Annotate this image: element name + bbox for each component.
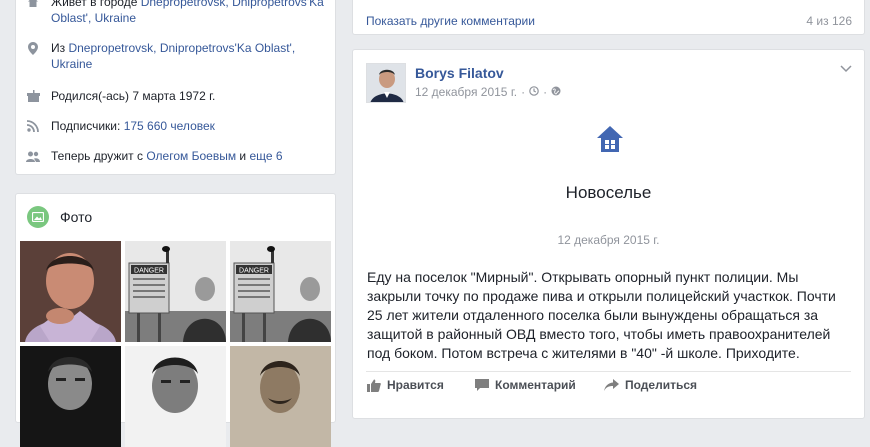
friends-icon bbox=[26, 149, 40, 163]
post-date-link[interactable]: 12 декабря 2015 г. bbox=[415, 85, 517, 99]
friends-conjunction: и bbox=[236, 149, 250, 163]
portrait-photo-icon bbox=[20, 241, 121, 342]
comment-icon bbox=[475, 379, 489, 391]
life-event-home-icon bbox=[596, 125, 624, 153]
public-globe-icon[interactable] bbox=[551, 85, 561, 99]
birthday-text: Родился(-ась) 7 марта 1972 г. bbox=[51, 89, 216, 103]
from-label: Из bbox=[51, 41, 69, 55]
post-text: Еду на поселок "Мирный". Открывать опорн… bbox=[367, 269, 836, 361]
thumbs-up-icon bbox=[367, 379, 381, 392]
birthday-icon bbox=[26, 89, 40, 103]
separator-dot: · bbox=[521, 85, 526, 99]
photo-thumbnail[interactable] bbox=[20, 241, 121, 342]
author-avatar-icon bbox=[367, 64, 405, 102]
share-arrow-icon bbox=[604, 379, 619, 391]
life-event-title: Новоселье bbox=[565, 183, 652, 202]
bw-portrait-photo-icon bbox=[20, 346, 121, 447]
photos-title[interactable]: Фото bbox=[60, 209, 92, 225]
photo-thumbnail[interactable] bbox=[20, 346, 121, 447]
share-button[interactable]: Поделиться bbox=[604, 378, 697, 392]
comment-count: 4 из 126 bbox=[806, 14, 852, 28]
photo-thumbnail[interactable]: DANGER bbox=[125, 241, 226, 342]
separator-dot: · bbox=[543, 85, 548, 99]
post-meta: 12 декабря 2015 г. · · bbox=[415, 85, 561, 99]
photos-header[interactable]: Фото bbox=[27, 206, 92, 228]
post-card: Borys Filatov 12 декабря 2015 г. · · Нов… bbox=[352, 49, 865, 419]
like-label: Нравится bbox=[387, 378, 444, 392]
more-friends-link[interactable]: еще 6 bbox=[249, 149, 282, 163]
photo-icon bbox=[27, 206, 49, 228]
svg-text:DANGER: DANGER bbox=[134, 268, 164, 275]
from-link[interactable]: Dnepropetrovsk, Dnipropetrovs'Ka Oblast'… bbox=[51, 41, 295, 71]
vintage-portrait-photo-icon bbox=[230, 346, 331, 447]
friends-row: Теперь дружит с Олегом Боевым и еще 6 bbox=[26, 148, 327, 164]
comment-button[interactable]: Комментарий bbox=[475, 378, 576, 392]
clock-icon bbox=[529, 85, 539, 99]
author-name[interactable]: Borys Filatov bbox=[415, 65, 504, 81]
avatar[interactable] bbox=[366, 63, 406, 103]
photo-thumbnail[interactable] bbox=[125, 346, 226, 447]
followers-label: Подписчики: bbox=[51, 119, 124, 133]
divider bbox=[366, 371, 851, 372]
danger-sign-photo-icon: DANGER bbox=[230, 241, 331, 342]
bw-portrait-photo-icon bbox=[125, 346, 226, 447]
rss-icon bbox=[26, 119, 40, 133]
lives-in-row: Живет в городе Dnepropetrovsk, Dnipropet… bbox=[26, 0, 327, 26]
birthday-row: Родился(-ась) 7 марта 1972 г. bbox=[26, 88, 327, 104]
followers-row: Подписчики: 175 660 человек bbox=[26, 118, 327, 134]
lives-label: Живет в городе bbox=[51, 0, 141, 9]
location-pin-icon bbox=[26, 41, 40, 55]
comments-bar: Показать другие комментарии 4 из 126 bbox=[352, 0, 865, 35]
danger-sign-photo-icon: DANGER bbox=[125, 241, 226, 342]
comment-label: Комментарий bbox=[495, 378, 576, 392]
friends-label: Теперь дружит с bbox=[51, 149, 147, 163]
photo-thumbnail[interactable] bbox=[230, 346, 331, 447]
show-more-comments-link[interactable]: Показать другие комментарии bbox=[366, 14, 535, 28]
share-label: Поделиться bbox=[625, 378, 698, 392]
friend-link[interactable]: Олегом Боевым bbox=[146, 149, 236, 163]
from-row: Из Dnepropetrovsk, Dnipropetrovs'Ka Obla… bbox=[26, 40, 327, 72]
home-icon bbox=[26, 0, 40, 9]
like-button[interactable]: Нравится bbox=[367, 378, 444, 392]
intro-card: Живет в городе Dnepropetrovsk, Dnipropet… bbox=[15, 0, 336, 175]
life-event-date: 12 декабря 2015 г. bbox=[557, 233, 660, 247]
photo-thumbnail[interactable]: DANGER bbox=[230, 241, 331, 342]
followers-link[interactable]: 175 660 человек bbox=[124, 119, 215, 133]
svg-text:DANGER: DANGER bbox=[239, 268, 269, 275]
chevron-down-icon[interactable] bbox=[840, 62, 852, 76]
photos-card: Фото DANGER DANGER bbox=[15, 193, 336, 447]
